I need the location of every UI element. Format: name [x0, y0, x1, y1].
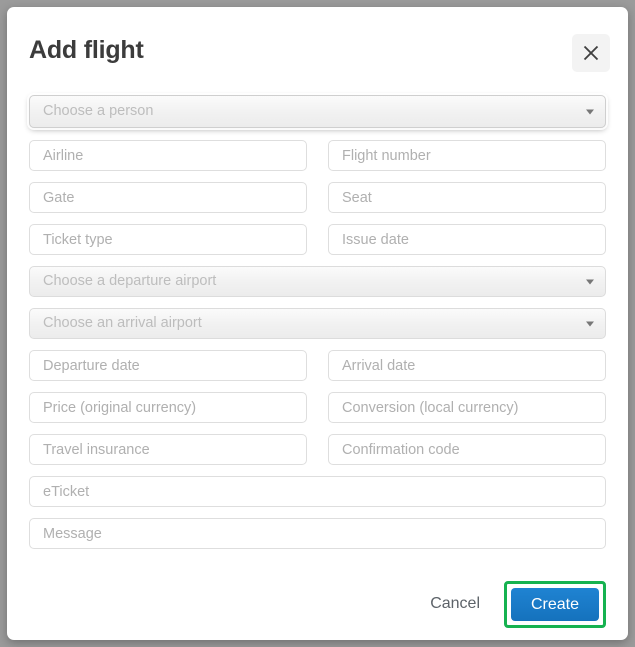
dialog-header: Add flight [7, 7, 628, 95]
departure-airport-label: Choose a departure airport [43, 273, 217, 289]
arrival-date-input[interactable] [328, 350, 606, 381]
gate-input[interactable] [29, 182, 307, 213]
price-conversion-row [29, 392, 606, 423]
page-title: Add flight [29, 36, 144, 64]
chevron-down-icon [586, 321, 594, 326]
issue-date-input[interactable] [328, 224, 606, 255]
departuredate-arrivaldate-row [29, 350, 606, 381]
confirmation-code-input[interactable] [328, 434, 606, 465]
gate-seat-row [29, 182, 606, 213]
insurance-confirmation-row [29, 434, 606, 465]
chevron-down-icon [586, 279, 594, 284]
chevron-down-icon [586, 109, 594, 114]
message-row [29, 518, 606, 549]
arrival-airport-label: Choose an arrival airport [43, 315, 202, 331]
arrival-airport-select[interactable]: Choose an arrival airport [29, 308, 606, 339]
departure-date-input[interactable] [29, 350, 307, 381]
eticket-row [29, 476, 606, 507]
seat-input[interactable] [328, 182, 606, 213]
add-flight-form: Choose a person Choose a departure airpo… [7, 95, 628, 549]
departure-airport-select[interactable]: Choose a departure airport [29, 266, 606, 297]
create-button[interactable]: Create [511, 587, 599, 621]
create-button-highlight: Create [504, 580, 606, 628]
ticket-type-input[interactable] [29, 224, 307, 255]
flight-number-input[interactable] [328, 140, 606, 171]
travel-insurance-input[interactable] [29, 434, 307, 465]
add-flight-dialog: Add flight Choose a person Airline Fligh… [7, 7, 628, 640]
eticket-input[interactable] [29, 476, 606, 507]
price-original-currency-input[interactable] [29, 392, 307, 423]
close-button[interactable] [572, 34, 610, 72]
conversion-local-currency-input[interactable] [328, 392, 606, 423]
message-input[interactable] [29, 518, 606, 549]
cancel-button[interactable]: Cancel [420, 589, 490, 619]
airline-flightnumber-row [29, 140, 606, 171]
dialog-footer: Cancel Create [7, 568, 628, 640]
close-icon [582, 44, 600, 62]
tickettype-issuedate-row [29, 224, 606, 255]
person-select-label: Choose a person [43, 103, 154, 119]
airline-input[interactable] [29, 140, 307, 171]
person-select[interactable]: Choose a person [29, 95, 606, 128]
